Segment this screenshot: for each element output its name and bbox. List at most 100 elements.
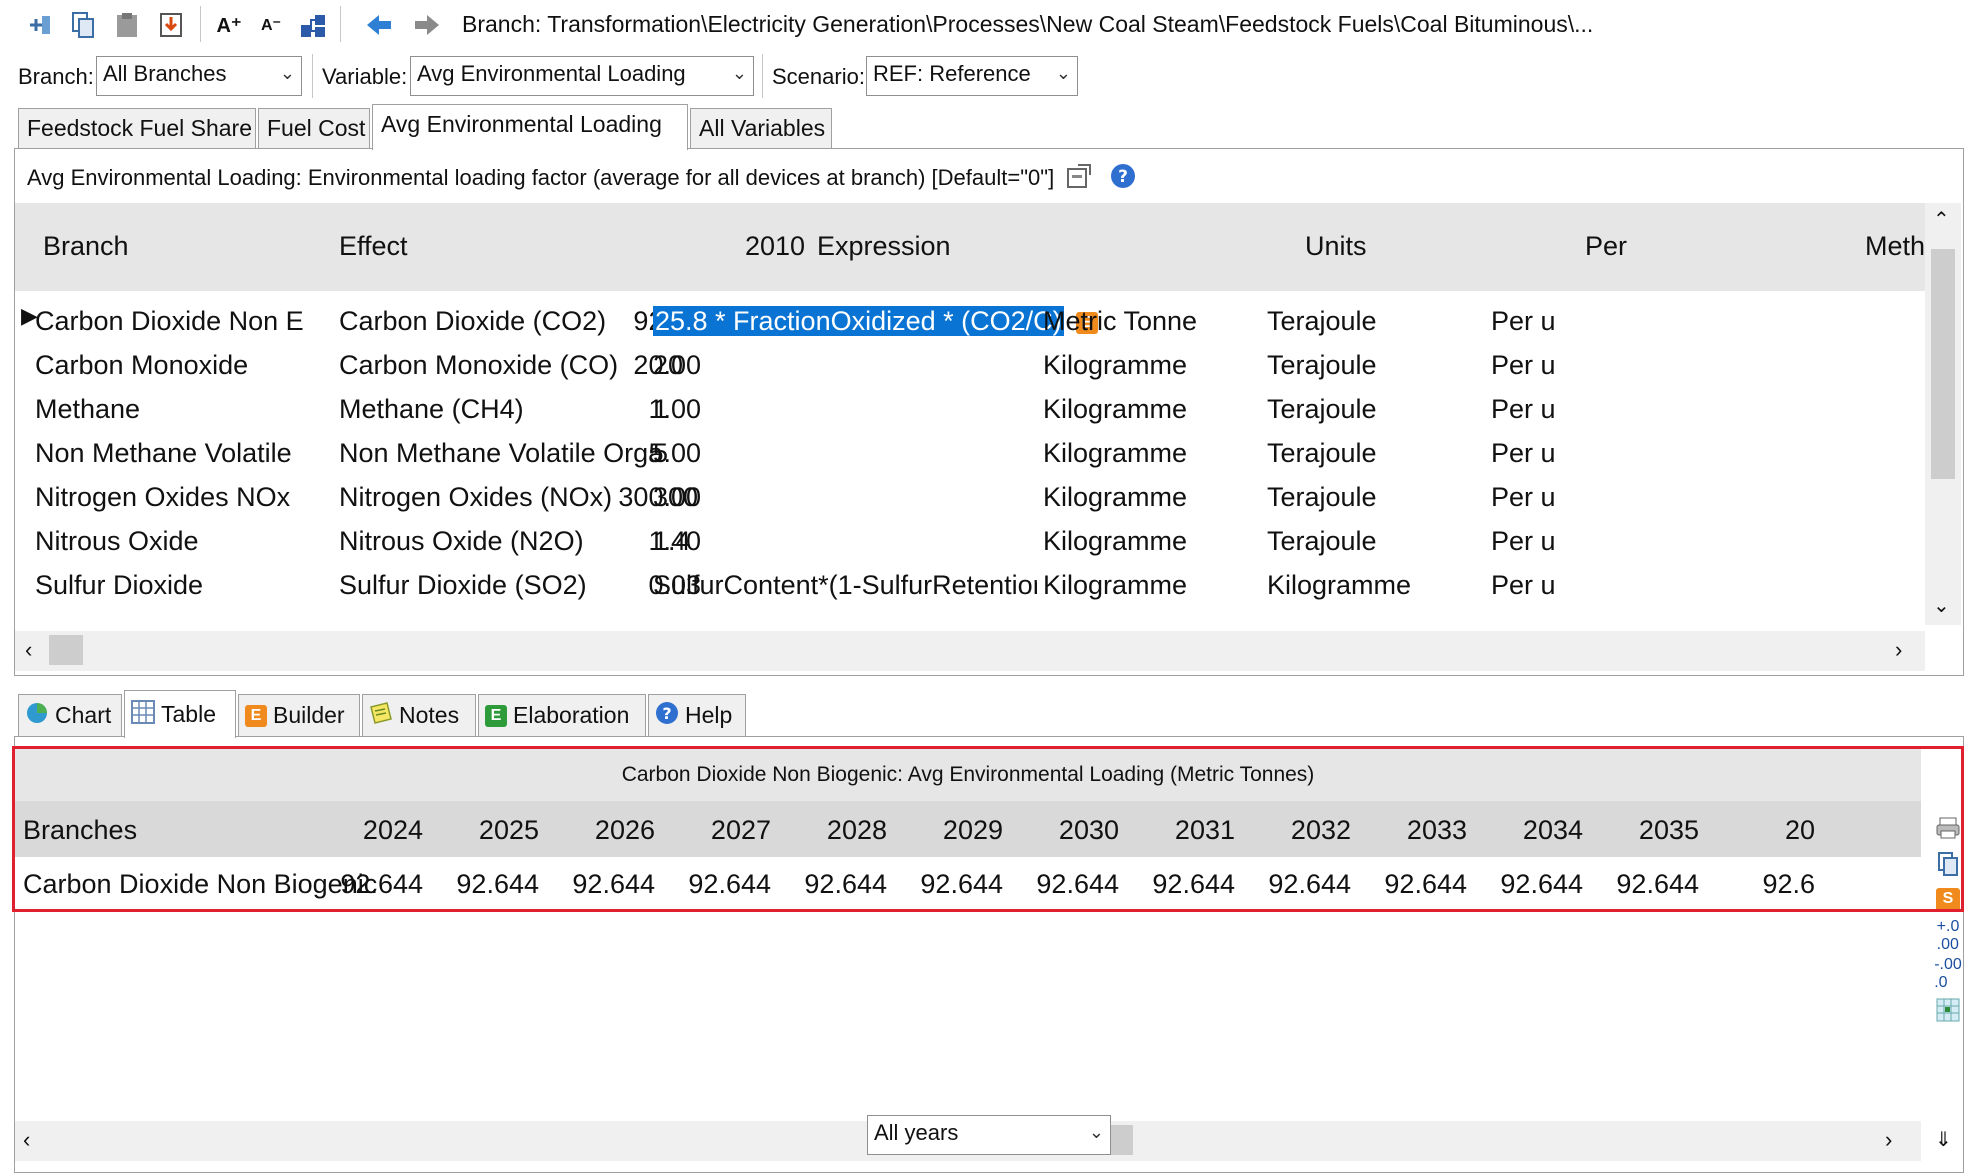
tree-icon[interactable] [298,8,328,42]
col-year[interactable]: 2034 [1493,815,1583,846]
scroll-left-icon[interactable]: ‹ [23,1127,30,1153]
grid-cell-method: Per u [1491,482,1556,512]
table-cell-value: 92.644 [1500,869,1583,899]
tab-feedstock-fuel-share[interactable]: Feedstock Fuel Share [18,108,256,148]
col-year[interactable]: 20 [1725,815,1815,846]
grid-cell-expression[interactable]: 1.4 [653,519,1037,563]
scroll-right-icon[interactable]: › [1895,637,1902,663]
scroll-down-icon[interactable]: ⌄ [1933,593,1950,618]
scroll-up-icon[interactable]: ⌃ [1933,207,1950,232]
font-increase-icon[interactable]: A⁺ [214,8,244,42]
branch-select[interactable]: All Branches ⌄ [96,56,302,96]
back-arrow-icon[interactable] [364,8,394,42]
table-row[interactable]: Carbon Dioxide Non Biogenic 92.644 92.644… [15,857,1921,911]
tab-notes-label: Notes [399,702,460,728]
copy-icon[interactable] [1933,849,1963,879]
import-icon[interactable] [156,8,186,42]
col-year[interactable]: 2033 [1377,815,1467,846]
variable-select-value: Avg Environmental Loading [417,61,686,86]
col-branch[interactable]: Branch [43,231,129,262]
col-year[interactable]: 2035 [1609,815,1699,846]
vertical-scrollbar[interactable]: ⌃ ⌄ [1925,203,1961,625]
scenario-select[interactable]: REF: Reference ⌄ [866,56,1078,96]
breadcrumb: Branch: Transformation\Electricity Gener… [462,11,1594,37]
tab-builder[interactable]: E Builder [238,694,360,736]
col-year[interactable]: 2027 [681,815,771,846]
svg-text:?: ? [662,704,671,723]
table-cell-value: 92.6 [1762,869,1815,899]
col-branches[interactable]: Branches [23,815,137,846]
col-year[interactable]: 2025 [449,815,539,846]
increase-decimals-icon[interactable]: +.0.00 [1933,918,1963,953]
grid-cell-expression[interactable]: 5 [653,431,1037,475]
tab-elaboration[interactable]: E Elaboration [478,694,646,736]
chevron-down-icon: ⌄ [1055,63,1071,83]
branch-label: Branch: [18,64,94,89]
grid-cell-expression[interactable]: SulfurContent*(1-SulfurRetention)*(S [653,563,1037,607]
tab-avg-environmental-loading[interactable]: Avg Environmental Loading [372,104,688,150]
tab-all-variables[interactable]: All Variables [690,108,832,148]
chart-icon [25,701,49,731]
scroll-thumb[interactable] [49,635,83,665]
font-decrease-icon[interactable]: A⁻ [256,8,286,42]
table-cell-value: 92.644 [688,869,771,899]
year-filter-value: All years [874,1120,959,1145]
horizontal-scrollbar[interactable]: ‹ › [15,631,1925,671]
grid-cell-method: Per u [1491,526,1556,556]
export-icon[interactable]: S [1933,885,1963,915]
grid-cell-method: Per u [1491,350,1556,380]
scroll-thumb[interactable] [1931,249,1955,479]
table-cell-value: 92.644 [340,869,423,899]
grid-cell-expression[interactable]: 20 [653,343,1037,387]
scroll-left-icon[interactable]: ‹ [25,637,32,663]
table-title: Carbon Dioxide Non Biogenic: Avg Environ… [621,763,1315,786]
col-year[interactable]: 2032 [1261,815,1351,846]
col-effect[interactable]: Effect [339,231,408,262]
tab-chart[interactable]: Chart [18,694,122,736]
notes-icon [369,701,393,731]
col-units[interactable]: Units [1305,231,1367,262]
grid-cell-expression[interactable]: 300 [653,475,1037,519]
grid-options-icon[interactable] [1933,995,1963,1025]
col-expression[interactable]: Expression [817,231,951,262]
scroll-right-icon[interactable]: › [1885,1127,1892,1153]
tab-notes[interactable]: Notes [362,694,476,736]
insert-icon[interactable] [24,8,54,42]
grid-cell-method: Per u [1491,438,1556,468]
table-icon [131,699,155,730]
svg-text:?: ? [1119,167,1129,187]
grid-cell-branch: Carbon Monoxide [35,350,249,380]
results-table-panel: Carbon Dioxide Non Biogenic: Avg Environ… [14,736,1964,1173]
grid-cell-method: Per u [1491,306,1556,336]
col-year[interactable]: 2024 [333,815,423,846]
col-2010[interactable]: 2010 [745,231,805,262]
col-year[interactable]: 2029 [913,815,1003,846]
copy-icon[interactable] [68,8,98,42]
tab-help[interactable]: ? Help [648,694,746,736]
col-year[interactable]: 2031 [1145,815,1235,846]
paste-icon[interactable] [112,8,142,42]
year-filter-select[interactable]: All years ⌄ [867,1115,1111,1155]
col-year[interactable]: 2028 [797,815,887,846]
tab-table[interactable]: Table [124,690,236,738]
grid-cell-branch: Non Methane Volatile [35,438,292,468]
help-icon[interactable]: ? [1110,163,1136,195]
forward-arrow-icon[interactable] [412,8,442,42]
decrease-decimals-icon[interactable]: -.00.0 [1933,956,1963,991]
grid-cell-expression[interactable]: 25.8 * FractionOxidized * (CO2/C) E [653,299,1098,343]
col-year[interactable]: 2030 [1029,815,1119,846]
chevron-down-icon: ⌄ [1088,1122,1104,1142]
grid-cell-expression[interactable]: 1 [653,387,1037,431]
tab-fuel-cost[interactable]: Fuel Cost [258,108,370,148]
settings-icon[interactable] [1066,163,1094,195]
table-cell-value: 92.644 [1616,869,1699,899]
col-method[interactable]: Meth [1865,231,1925,262]
expand-down-icon[interactable]: ⇓ [1935,1127,1952,1152]
branch-select-value: All Branches [103,61,227,86]
print-icon[interactable] [1933,813,1963,843]
col-per[interactable]: Per [1585,231,1627,262]
tab-chart-label: Chart [55,702,112,728]
col-year[interactable]: 2026 [565,815,655,846]
variable-select[interactable]: Avg Environmental Loading ⌄ [410,56,754,96]
selected-expression[interactable]: 25.8 * FractionOxidized * (CO2/C) [653,306,1064,336]
